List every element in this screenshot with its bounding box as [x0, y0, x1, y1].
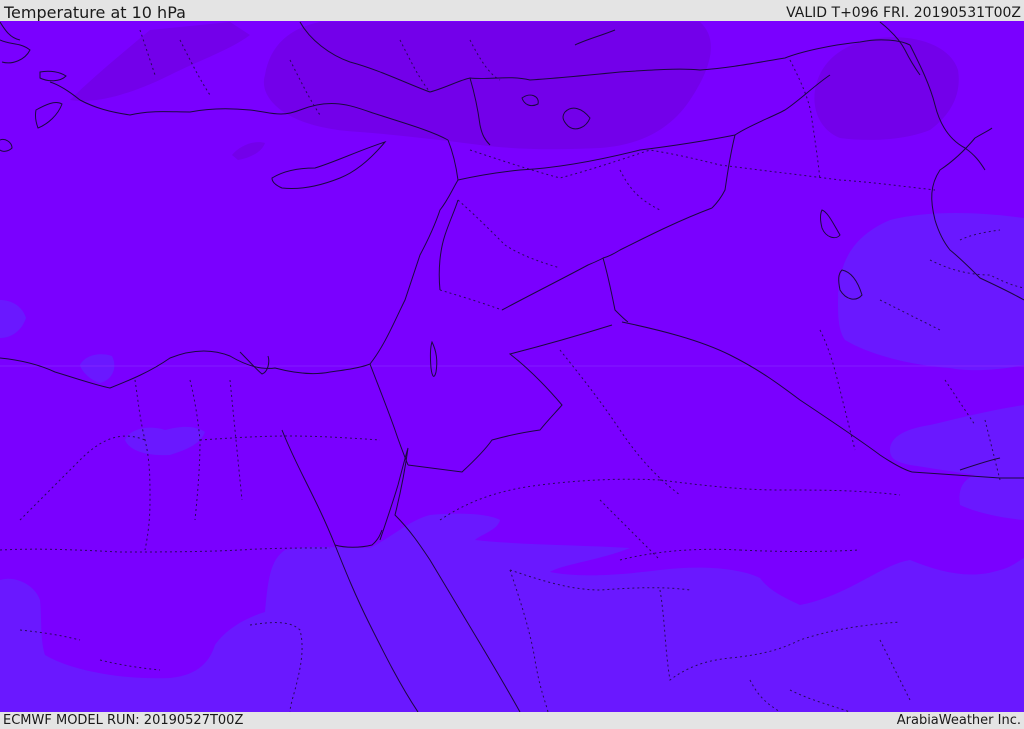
header-bar: Temperature at 10 hPa VALID T+096 FRI. 2…: [0, 0, 1024, 22]
footer-bar: ECMWF MODEL RUN: 20190527T00Z ArabiaWeat…: [0, 712, 1024, 729]
map-canvas: [0, 21, 1024, 712]
brand-label: ArabiaWeather Inc.: [896, 713, 1021, 728]
weather-map[interactable]: [0, 21, 1024, 712]
valid-time-label: VALID T+096 FRI. 20190531T00Z: [786, 5, 1021, 21]
model-run-label: ECMWF MODEL RUN: 20190527T00Z: [3, 713, 244, 728]
map-title: Temperature at 10 hPa: [4, 3, 186, 22]
